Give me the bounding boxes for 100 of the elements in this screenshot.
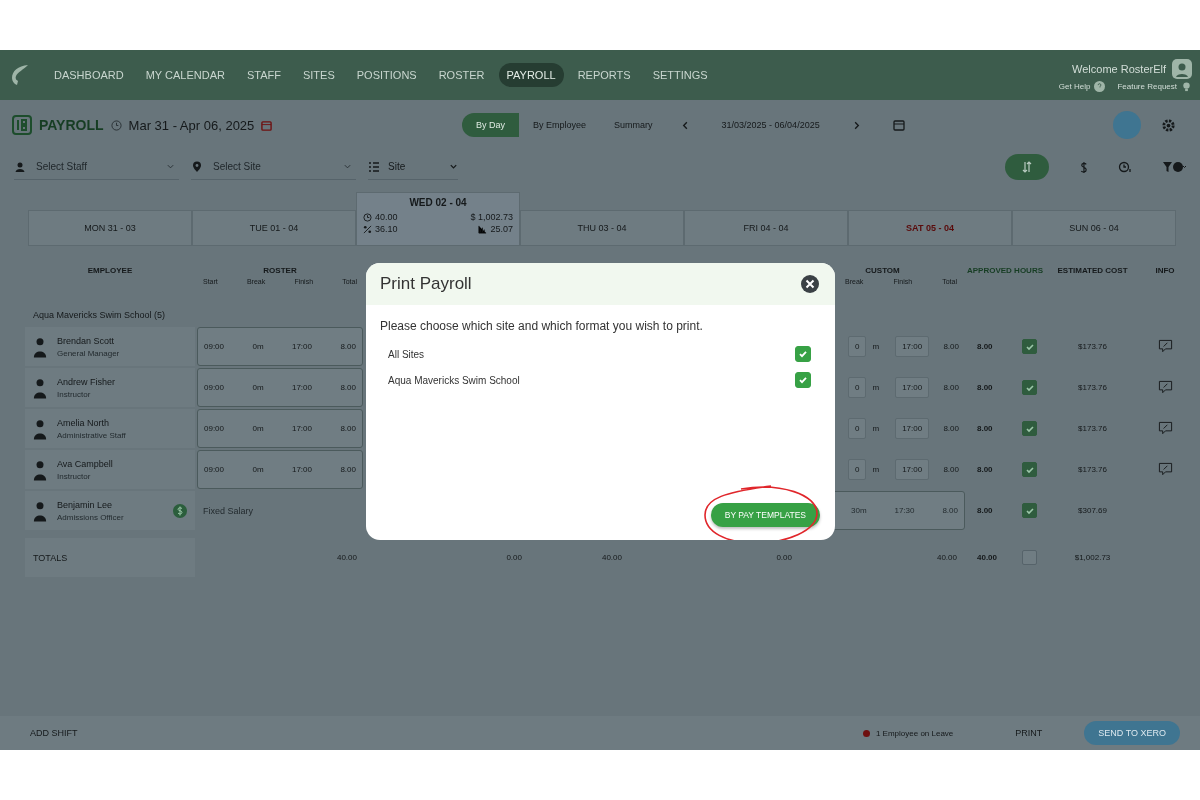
nav-link[interactable]: SETTINGS <box>644 63 716 87</box>
break-value: 30m <box>851 506 867 515</box>
approve-checkbox[interactable] <box>1022 380 1037 395</box>
break-input[interactable]: 0 <box>848 459 867 480</box>
roster-shift-box[interactable]: 09:00 0m 17:00 8.00 <box>197 368 363 407</box>
approve-checkbox[interactable] <box>1022 339 1037 354</box>
site-checkbox[interactable] <box>795 372 811 388</box>
add-shift-button[interactable]: ADD SHIFT <box>24 727 84 739</box>
dollar-badge-icon <box>173 503 187 518</box>
comment-icon[interactable] <box>1157 380 1173 395</box>
employee-role: Administrative Staff <box>57 430 126 440</box>
approved-hours: 8.00 <box>977 342 993 351</box>
settings-icon[interactable] <box>1161 117 1176 133</box>
site-select[interactable]: Select Site <box>211 160 335 173</box>
get-help-link[interactable]: Get Help <box>1058 81 1091 91</box>
day-card[interactable]: SUN 06 - 04 <box>1012 210 1176 246</box>
day-card[interactable]: FRI 04 - 04 <box>684 210 848 246</box>
nav-link[interactable]: POSITIONS <box>348 63 425 87</box>
send-to-xero-button[interactable]: SEND TO XERO <box>1084 721 1180 745</box>
finish-input[interactable]: 17:00 <box>895 418 930 439</box>
leave-notice[interactable]: 1 Employee on Leave <box>875 728 954 738</box>
nav-link[interactable]: MY CALENDAR <box>137 63 233 87</box>
employee-name: Benjamin Lee <box>57 499 114 510</box>
print-button[interactable]: PRINT <box>1009 727 1049 739</box>
column-header: CUSTOM <box>865 266 900 275</box>
filter-icon[interactable] <box>1162 161 1186 173</box>
nav-link[interactable]: DASHBOARD <box>46 63 132 87</box>
roster-value: 8.00 <box>340 424 356 433</box>
site-checkbox[interactable] <box>795 346 811 362</box>
chevron-down-icon[interactable] <box>343 162 352 171</box>
finish-input[interactable]: 17:00 <box>895 336 930 357</box>
nav-link[interactable]: PAYROLL <box>498 63 564 87</box>
nav-link[interactable]: ROSTER <box>430 63 493 87</box>
roster-shift-box[interactable]: 09:00 0m 17:00 8.00 <box>197 450 363 489</box>
group-by-select[interactable]: Site <box>368 154 458 180</box>
by-pay-templates-button[interactable]: BY PAY TEMPLATES <box>710 503 820 527</box>
checkmark-icon <box>1024 341 1035 352</box>
total-value: 0.00 <box>506 553 522 562</box>
chevron-down-icon[interactable] <box>166 162 175 171</box>
leave-dot-icon <box>862 729 870 737</box>
checkmark-icon <box>1024 464 1035 475</box>
day-card[interactable]: TUE 01 - 04 <box>192 210 356 246</box>
finish-input[interactable]: 17:00 <box>895 377 930 398</box>
employee-role: Admissions Officer <box>57 512 124 522</box>
column-header: ROSTER <box>263 266 297 275</box>
site-option-label: All Sites <box>388 348 425 360</box>
view-tab[interactable]: Summary <box>600 113 667 137</box>
group-label: Aqua Mavericks Swim School (5) <box>33 310 166 320</box>
break-input[interactable]: 0 <box>848 418 867 439</box>
approve-checkbox[interactable] <box>1022 462 1037 477</box>
clock-icon[interactable] <box>1118 161 1132 173</box>
checkmark-icon <box>1024 505 1035 516</box>
person-silhouette-icon <box>33 335 47 358</box>
user-avatar-icon[interactable] <box>1172 58 1192 79</box>
staff-select[interactable]: Select Staff <box>34 160 158 173</box>
break-input[interactable]: 0 <box>848 377 867 398</box>
feature-request-link[interactable]: Feature Request <box>1117 81 1177 91</box>
fixed-salary-text: Fixed Salary <box>203 505 254 516</box>
roster-value: 17:00 <box>291 342 312 351</box>
chevron-down-icon <box>449 162 458 171</box>
period-field[interactable]: 31/03/2025 - 06/04/2025 <box>703 120 838 130</box>
calendar-icon[interactable] <box>261 119 273 131</box>
day-card[interactable]: MON 31 - 03 <box>28 210 192 246</box>
dollar-icon[interactable] <box>1079 160 1088 174</box>
location-pin-icon <box>191 160 203 173</box>
roster-value: 09:00 <box>204 424 225 433</box>
estimated-cost: $173.76 <box>1078 424 1107 433</box>
welcome-text: Welcome RosterElf <box>1072 62 1166 75</box>
day-card[interactable]: WED 02 - 04 40.00 $ 1,002.73 36.10 25.07 <box>356 192 520 246</box>
approve-all-checkbox[interactable] <box>1022 550 1037 565</box>
nav-link[interactable]: SITES <box>294 63 343 87</box>
finish-value: 17:30 <box>894 506 915 515</box>
comment-icon[interactable] <box>1157 421 1173 436</box>
comment-icon[interactable] <box>1157 339 1173 354</box>
roster-value: 17:00 <box>291 424 312 433</box>
nav-link[interactable]: STAFF <box>238 63 289 87</box>
approve-checkbox[interactable] <box>1022 503 1037 518</box>
finish-input[interactable]: 17:00 <box>895 459 930 480</box>
roster-shift-box[interactable]: 09:00 0m 17:00 8.00 <box>197 409 363 448</box>
comment-icon[interactable] <box>1157 462 1173 477</box>
roster-value: 09:00 <box>204 465 225 474</box>
nav-link[interactable]: REPORTS <box>569 63 639 87</box>
total-value: 40.00 <box>336 553 357 562</box>
employee-name: Andrew Fisher <box>57 376 116 387</box>
roster-shift-box[interactable]: 09:00 0m 17:00 8.00 <box>197 327 363 366</box>
unit-text: m <box>872 424 880 433</box>
view-tab[interactable]: By Employee <box>519 113 601 137</box>
roster-value: 0m <box>252 342 264 351</box>
help-icon[interactable] <box>1094 80 1106 92</box>
calendar-icon[interactable] <box>892 119 905 131</box>
break-input[interactable]: 0 <box>848 336 867 357</box>
custom-total: 8.00 <box>943 383 959 392</box>
approve-checkbox[interactable] <box>1022 421 1037 436</box>
day-card[interactable]: SAT 05 - 04 <box>848 210 1012 246</box>
day-card[interactable]: THU 03 - 04 <box>520 210 684 246</box>
view-tab[interactable]: By Day <box>462 113 519 137</box>
close-icon[interactable] <box>801 275 819 293</box>
payroll-icon <box>12 115 32 135</box>
lightbulb-icon[interactable] <box>1181 80 1192 92</box>
sort-button[interactable] <box>1005 154 1049 180</box>
